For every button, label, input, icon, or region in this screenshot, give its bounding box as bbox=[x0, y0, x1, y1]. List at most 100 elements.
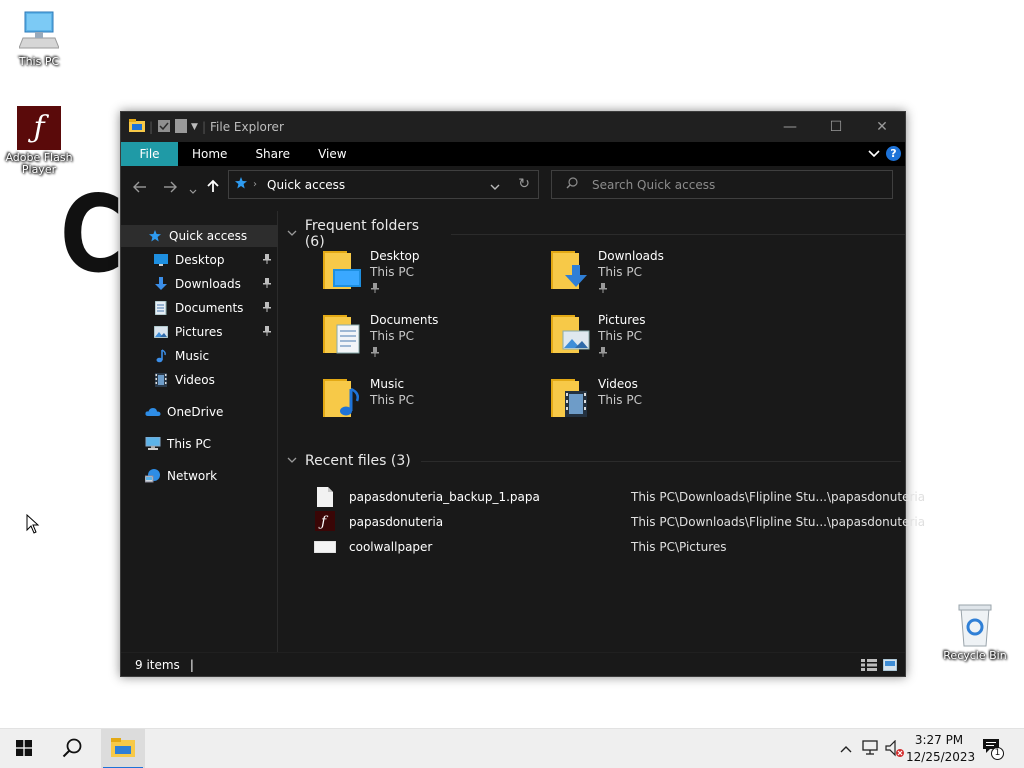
pin-icon bbox=[370, 346, 380, 361]
recent-file-row[interactable]: coolwallpaper This PC\Pictures bbox=[313, 536, 895, 558]
documents-icon bbox=[153, 300, 169, 316]
customize-toolbar-icon[interactable]: ▼ bbox=[191, 122, 198, 132]
desktop-folder-icon bbox=[323, 247, 363, 291]
recent-file-row[interactable]: papasdonuteria_backup_1.papa This PC\Dow… bbox=[315, 486, 925, 508]
downloads-folder-icon bbox=[551, 247, 591, 291]
sidebar-item-network[interactable]: Network bbox=[121, 465, 278, 487]
sidebar-item-quick-access[interactable]: Quick access bbox=[121, 225, 278, 247]
search-button[interactable] bbox=[50, 729, 94, 768]
breadcrumb-chevron-icon[interactable]: › bbox=[253, 179, 257, 190]
start-button[interactable] bbox=[2, 729, 46, 768]
recent-file-path: This PC\Downloads\Flipline Stu...\papasd… bbox=[631, 490, 926, 504]
recent-files-header[interactable]: Recent files (3) bbox=[287, 453, 901, 469]
folder-tile-music[interactable]: Music This PC bbox=[323, 373, 543, 429]
videos-icon bbox=[153, 372, 169, 388]
help-icon[interactable]: ? bbox=[886, 146, 901, 161]
close-button[interactable]: ✕ bbox=[859, 112, 905, 142]
sidebar-item-music[interactable]: Music bbox=[121, 345, 278, 367]
system-clock[interactable]: 3:27 PM 12/25/2023 bbox=[906, 732, 975, 766]
address-bar[interactable]: › Quick access ↻ bbox=[228, 170, 539, 199]
sidebar-item-desktop[interactable]: Desktop bbox=[121, 249, 278, 271]
action-center-button[interactable]: 1 bbox=[982, 738, 1006, 760]
notification-count-badge: 1 bbox=[991, 747, 1004, 760]
expand-ribbon-icon[interactable] bbox=[868, 147, 880, 161]
sidebar-item-onedrive[interactable]: OneDrive bbox=[121, 401, 278, 423]
status-bar: 9 items | bbox=[121, 652, 905, 676]
star-icon bbox=[235, 177, 247, 192]
new-folder-icon[interactable] bbox=[175, 118, 188, 136]
network-status-icon[interactable] bbox=[862, 740, 880, 759]
refresh-icon[interactable]: ↻ bbox=[518, 176, 530, 192]
pin-icon[interactable] bbox=[262, 277, 272, 292]
search-input[interactable]: Search Quick access bbox=[592, 178, 715, 192]
sidebar-item-downloads[interactable]: Downloads bbox=[121, 273, 278, 295]
header-divider bbox=[420, 460, 901, 462]
cloud-icon bbox=[145, 404, 161, 420]
sidebar-item-documents[interactable]: Documents bbox=[121, 297, 278, 319]
network-icon bbox=[145, 468, 161, 484]
maximize-button[interactable]: ☐ bbox=[813, 112, 859, 142]
folder-name: Pictures bbox=[598, 313, 646, 327]
sidebar-item-label: Desktop bbox=[175, 253, 225, 267]
folder-location: This PC bbox=[370, 265, 414, 279]
tab-view[interactable]: View bbox=[304, 142, 360, 166]
recent-file-path: This PC\Pictures bbox=[631, 540, 727, 554]
tab-share[interactable]: Share bbox=[241, 142, 304, 166]
pin-icon[interactable] bbox=[262, 325, 272, 340]
file-explorer-window: | ▼ | File Explorer — ☐ ✕ File Home Shar… bbox=[120, 111, 925, 677]
mouse-cursor-icon bbox=[26, 513, 40, 537]
window-title: File Explorer bbox=[210, 120, 284, 134]
sidebar-item-this-pc[interactable]: This PC bbox=[121, 433, 278, 455]
sidebar-item-pictures[interactable]: Pictures bbox=[121, 321, 278, 343]
folder-tile-pictures[interactable]: Pictures This PC bbox=[551, 309, 771, 365]
image-file-icon bbox=[313, 540, 337, 556]
desktop-icon-recycle-bin[interactable]: Recycle Bin bbox=[937, 602, 1013, 662]
documents-folder-icon bbox=[323, 311, 363, 355]
recent-locations-icon[interactable] bbox=[189, 183, 197, 199]
tab-file[interactable]: File bbox=[121, 142, 178, 166]
group-header-label: Recent files (3) bbox=[305, 453, 411, 469]
computer-icon bbox=[18, 10, 60, 54]
folder-tile-downloads[interactable]: Downloads This PC bbox=[551, 245, 771, 301]
folder-location: This PC bbox=[598, 265, 642, 279]
minimize-button[interactable]: — bbox=[767, 112, 813, 142]
up-arrow-icon[interactable] bbox=[207, 179, 219, 197]
taskbar-file-explorer[interactable] bbox=[101, 729, 145, 768]
show-hidden-icons-icon[interactable] bbox=[840, 742, 852, 756]
desktop-icon-this-pc[interactable]: This PC bbox=[1, 10, 77, 68]
sidebar-item-label: This PC bbox=[167, 437, 211, 451]
sidebar-item-videos[interactable]: Videos bbox=[121, 369, 278, 391]
folder-tile-desktop[interactable]: Desktop This PC bbox=[323, 245, 543, 301]
title-bar[interactable]: | ▼ | File Explorer — ☐ ✕ bbox=[121, 112, 905, 142]
music-folder-icon bbox=[323, 375, 363, 419]
folder-tile-videos[interactable]: Videos This PC bbox=[551, 373, 771, 429]
collapse-chevron-icon[interactable] bbox=[287, 229, 299, 240]
folder-icon[interactable] bbox=[129, 118, 145, 136]
recent-file-name: papasdonuteria bbox=[349, 515, 444, 529]
search-box[interactable]: Search Quick access bbox=[551, 170, 893, 199]
tab-home[interactable]: Home bbox=[178, 142, 241, 166]
breadcrumb-current[interactable]: Quick access bbox=[267, 178, 345, 192]
large-icons-view-icon[interactable] bbox=[882, 658, 898, 674]
pin-icon[interactable] bbox=[262, 253, 272, 268]
pin-icon bbox=[598, 282, 608, 297]
collapse-chevron-icon[interactable] bbox=[287, 456, 299, 467]
desktop-icon-adobe-flash[interactable]: ƒ Adobe Flash Player bbox=[1, 106, 77, 176]
address-dropdown-icon[interactable] bbox=[490, 180, 500, 194]
details-view-icon[interactable] bbox=[861, 659, 877, 674]
recent-file-row[interactable]: ƒ papasdonuteria This PC\Downloads\Flipl… bbox=[315, 511, 925, 533]
properties-icon[interactable] bbox=[157, 119, 171, 136]
pin-icon[interactable] bbox=[262, 301, 272, 316]
forward-arrow-icon[interactable] bbox=[163, 181, 177, 197]
sidebar-item-label: Music bbox=[175, 349, 210, 363]
sidebar-item-label: Documents bbox=[175, 301, 244, 315]
back-arrow-icon[interactable] bbox=[133, 181, 147, 197]
sidebar-item-label: Downloads bbox=[175, 277, 241, 291]
desktop-icon bbox=[153, 252, 169, 268]
volume-muted-icon[interactable] bbox=[885, 739, 905, 761]
sidebar-item-label: Quick access bbox=[169, 229, 248, 243]
folder-tile-documents[interactable]: Documents This PC bbox=[323, 309, 543, 365]
sidebar-item-label: Videos bbox=[175, 373, 215, 387]
flash-icon: ƒ bbox=[17, 106, 61, 150]
pictures-icon bbox=[153, 324, 169, 340]
